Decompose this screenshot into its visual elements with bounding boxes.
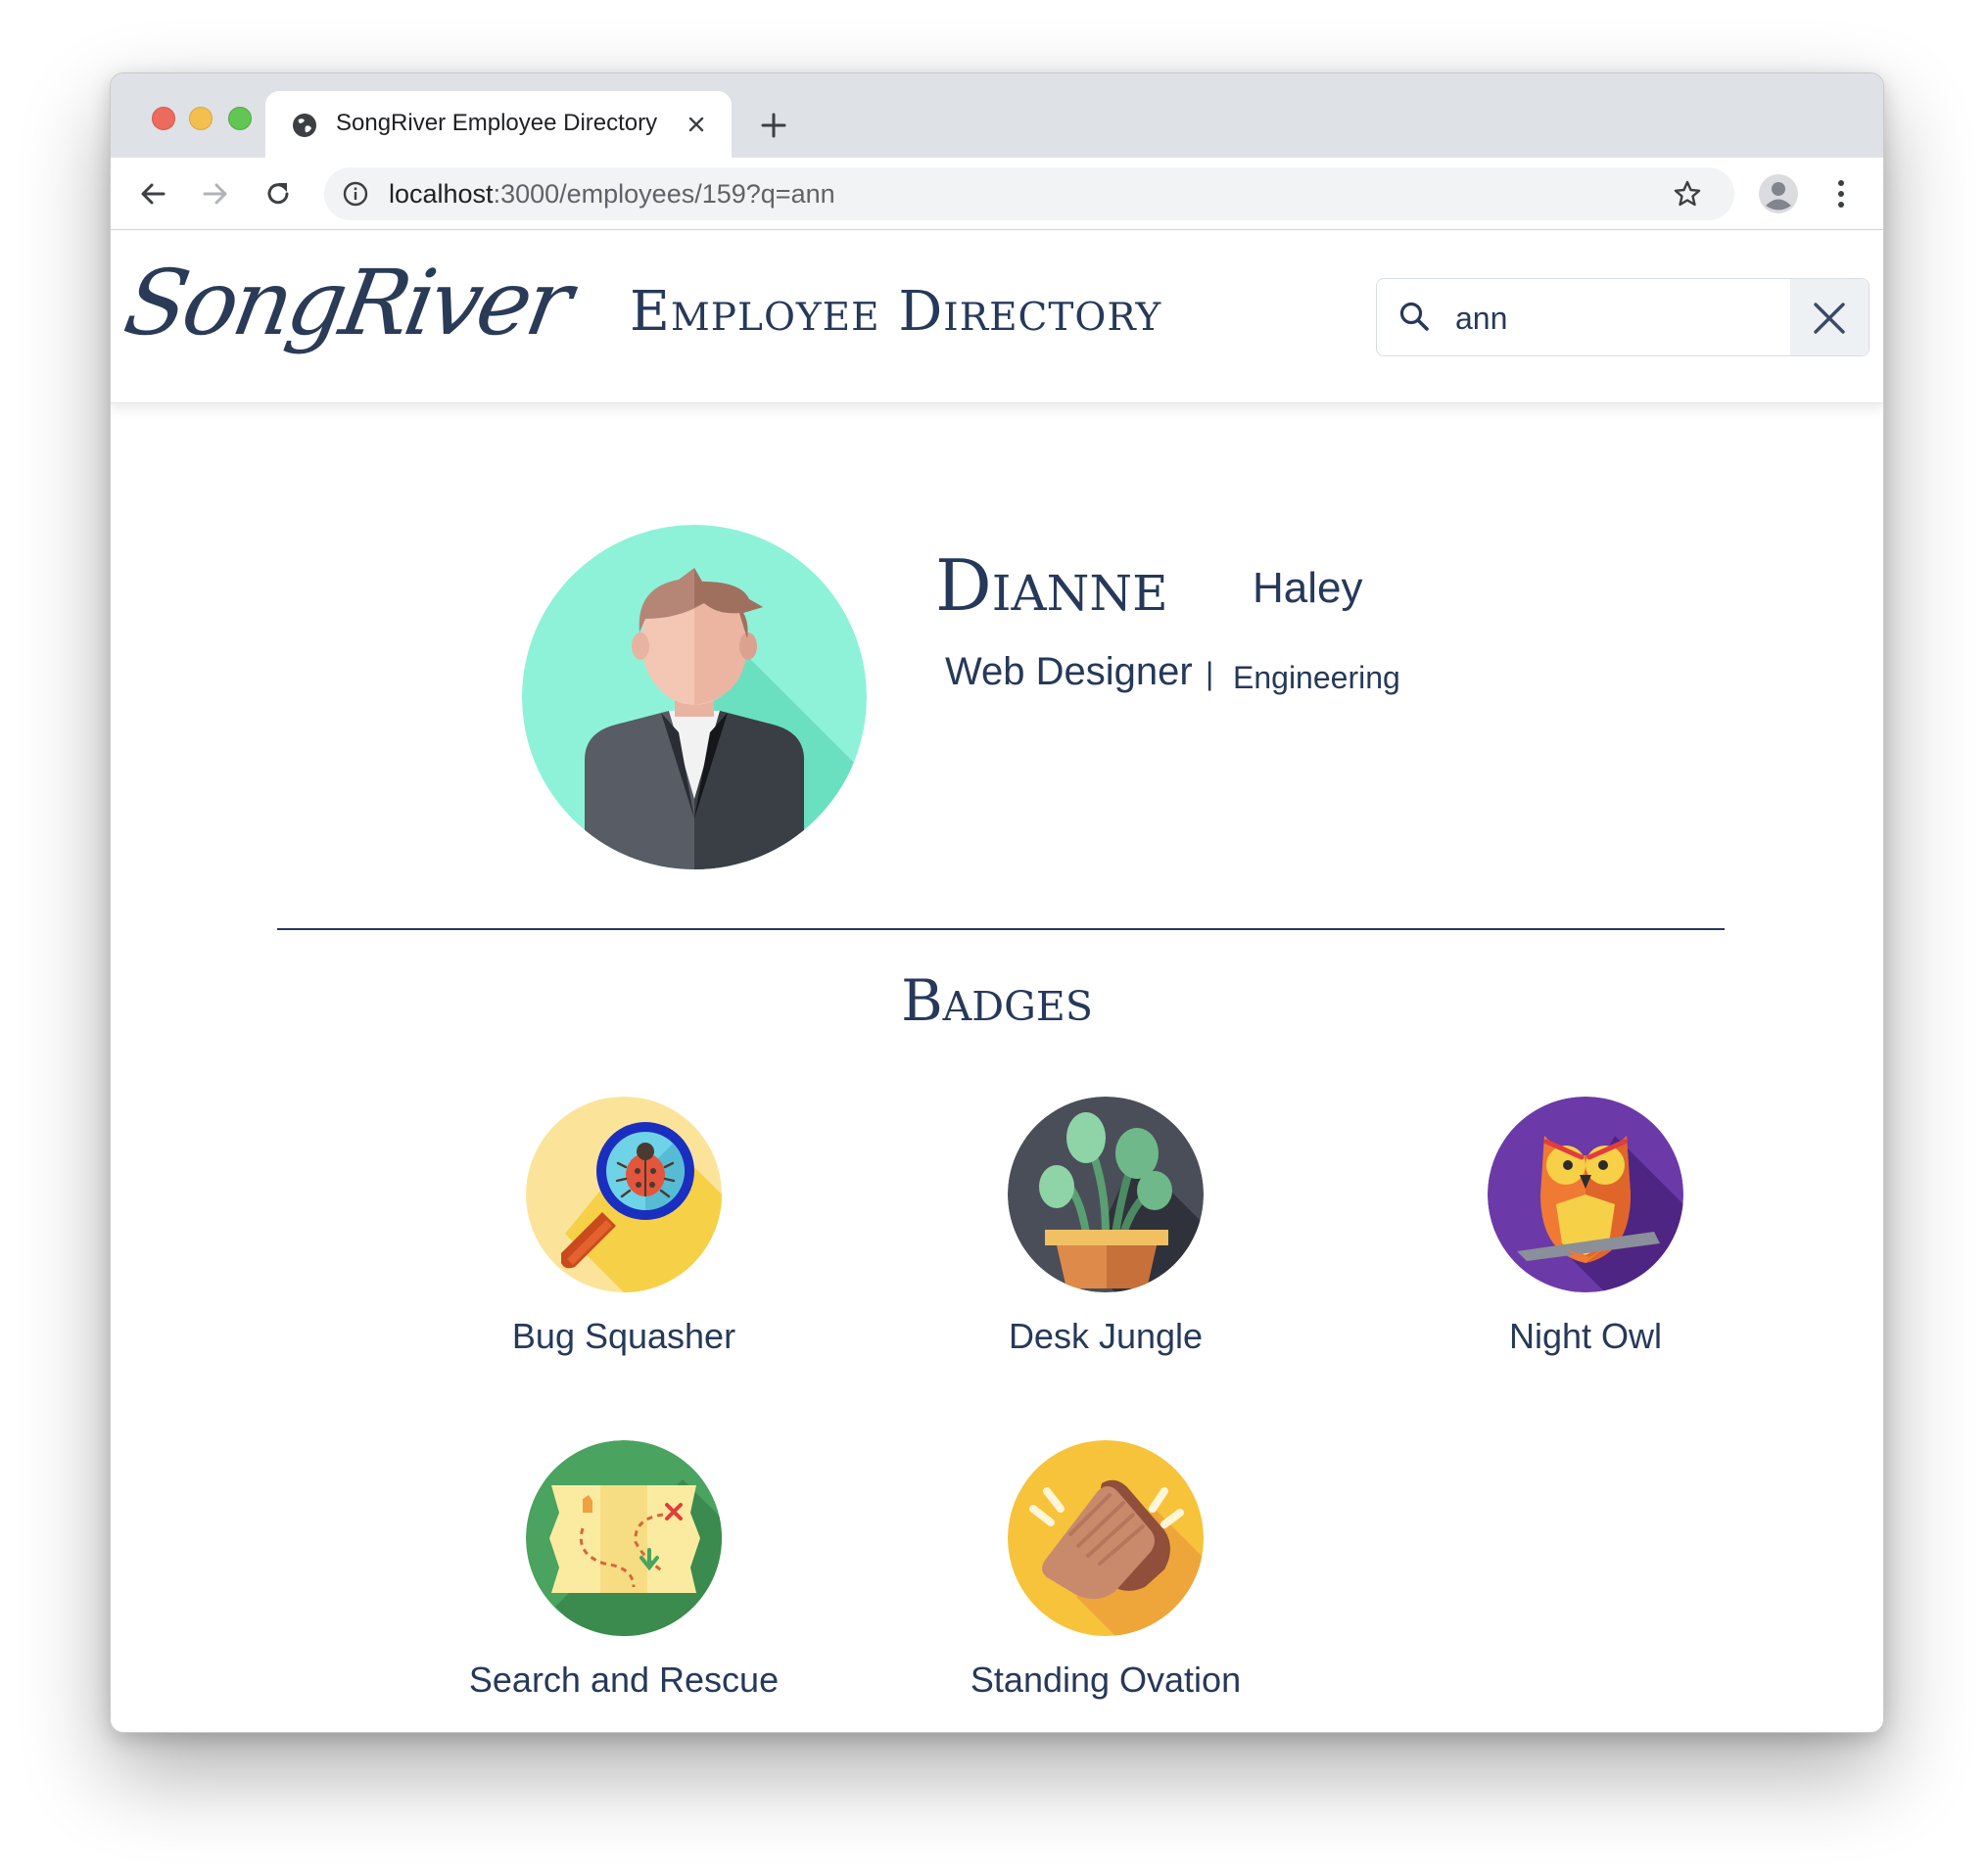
badge-bug-squasher[interactable]: Bug Squasher [418,1097,829,1390]
info-icon[interactable] [342,180,369,208]
browser-window: SongRiver Employee Directory localhost:3… [110,72,1884,1733]
employee-last-name: Haley [1253,564,1363,612]
title-separator: | [1206,656,1214,691]
badge-search-and-rescue[interactable]: Search and Rescue [418,1440,829,1732]
tab-close-icon[interactable] [685,113,708,136]
badge-label: Night Owl [1508,1316,1663,1356]
close-icon [1814,303,1845,334]
page-title: Employee Directory [630,280,1162,344]
back-arrow-icon[interactable] [136,177,169,211]
profile-avatar-icon[interactable] [1758,173,1799,214]
address-bar[interactable]: localhost:3000/employees/159?q=ann [324,167,1734,220]
owl-icon [1488,1097,1683,1292]
minimize-window-button[interactable] [189,107,213,130]
tab-strip: SongRiver Employee Directory [111,73,1883,158]
site-header: SongRiver Employee Directory [111,231,1883,403]
badge-label: Desk Jungle [1008,1316,1204,1356]
search-box [1376,278,1870,356]
new-tab-icon[interactable] [759,111,788,140]
maximize-window-button[interactable] [228,107,252,130]
section-divider [277,928,1725,930]
reload-icon[interactable] [261,177,295,211]
employee-department: Engineering [1233,660,1400,695]
employee-avatar [522,525,867,869]
globe-icon [293,114,316,137]
active-tab[interactable]: SongRiver Employee Directory [265,91,732,158]
browser-toolbar: localhost:3000/employees/159?q=ann [111,158,1883,230]
songriver-logo[interactable]: SongRiver [118,251,587,378]
bookmark-star-icon[interactable] [1672,178,1703,210]
badge-standing-ovation[interactable]: Standing Ovation [900,1440,1311,1732]
kebab-menu-icon[interactable] [1834,177,1848,211]
clear-search-button[interactable] [1790,279,1869,355]
forward-arrow-icon[interactable] [199,177,232,211]
search-input[interactable] [1455,297,1769,340]
badge-label: Search and Rescue [468,1660,780,1700]
potted-plant-icon [1008,1097,1204,1292]
employee-first-name: Dianne [935,544,1168,627]
badges-heading: Badges [901,967,1093,1034]
badge-label: Standing Ovation [970,1660,1242,1700]
badge-label: Bug Squasher [511,1316,736,1356]
clapping-hands-icon [1008,1440,1204,1636]
magnifier-ladybug-icon [526,1097,722,1292]
badge-desk-jungle[interactable]: Desk Jungle [900,1097,1311,1390]
tab-title: SongRiver Employee Directory [336,110,658,136]
employee-job-title: Web Designer [945,650,1193,693]
search-icon [1399,302,1429,331]
page-content: SongRiver Employee Directory ann Dianne … [111,231,1883,1732]
badge-night-owl[interactable]: Night Owl [1380,1097,1791,1390]
close-window-button[interactable] [152,107,175,130]
url-text: localhost:3000/employees/159?q=ann [389,179,835,209]
treasure-map-icon [526,1440,722,1636]
